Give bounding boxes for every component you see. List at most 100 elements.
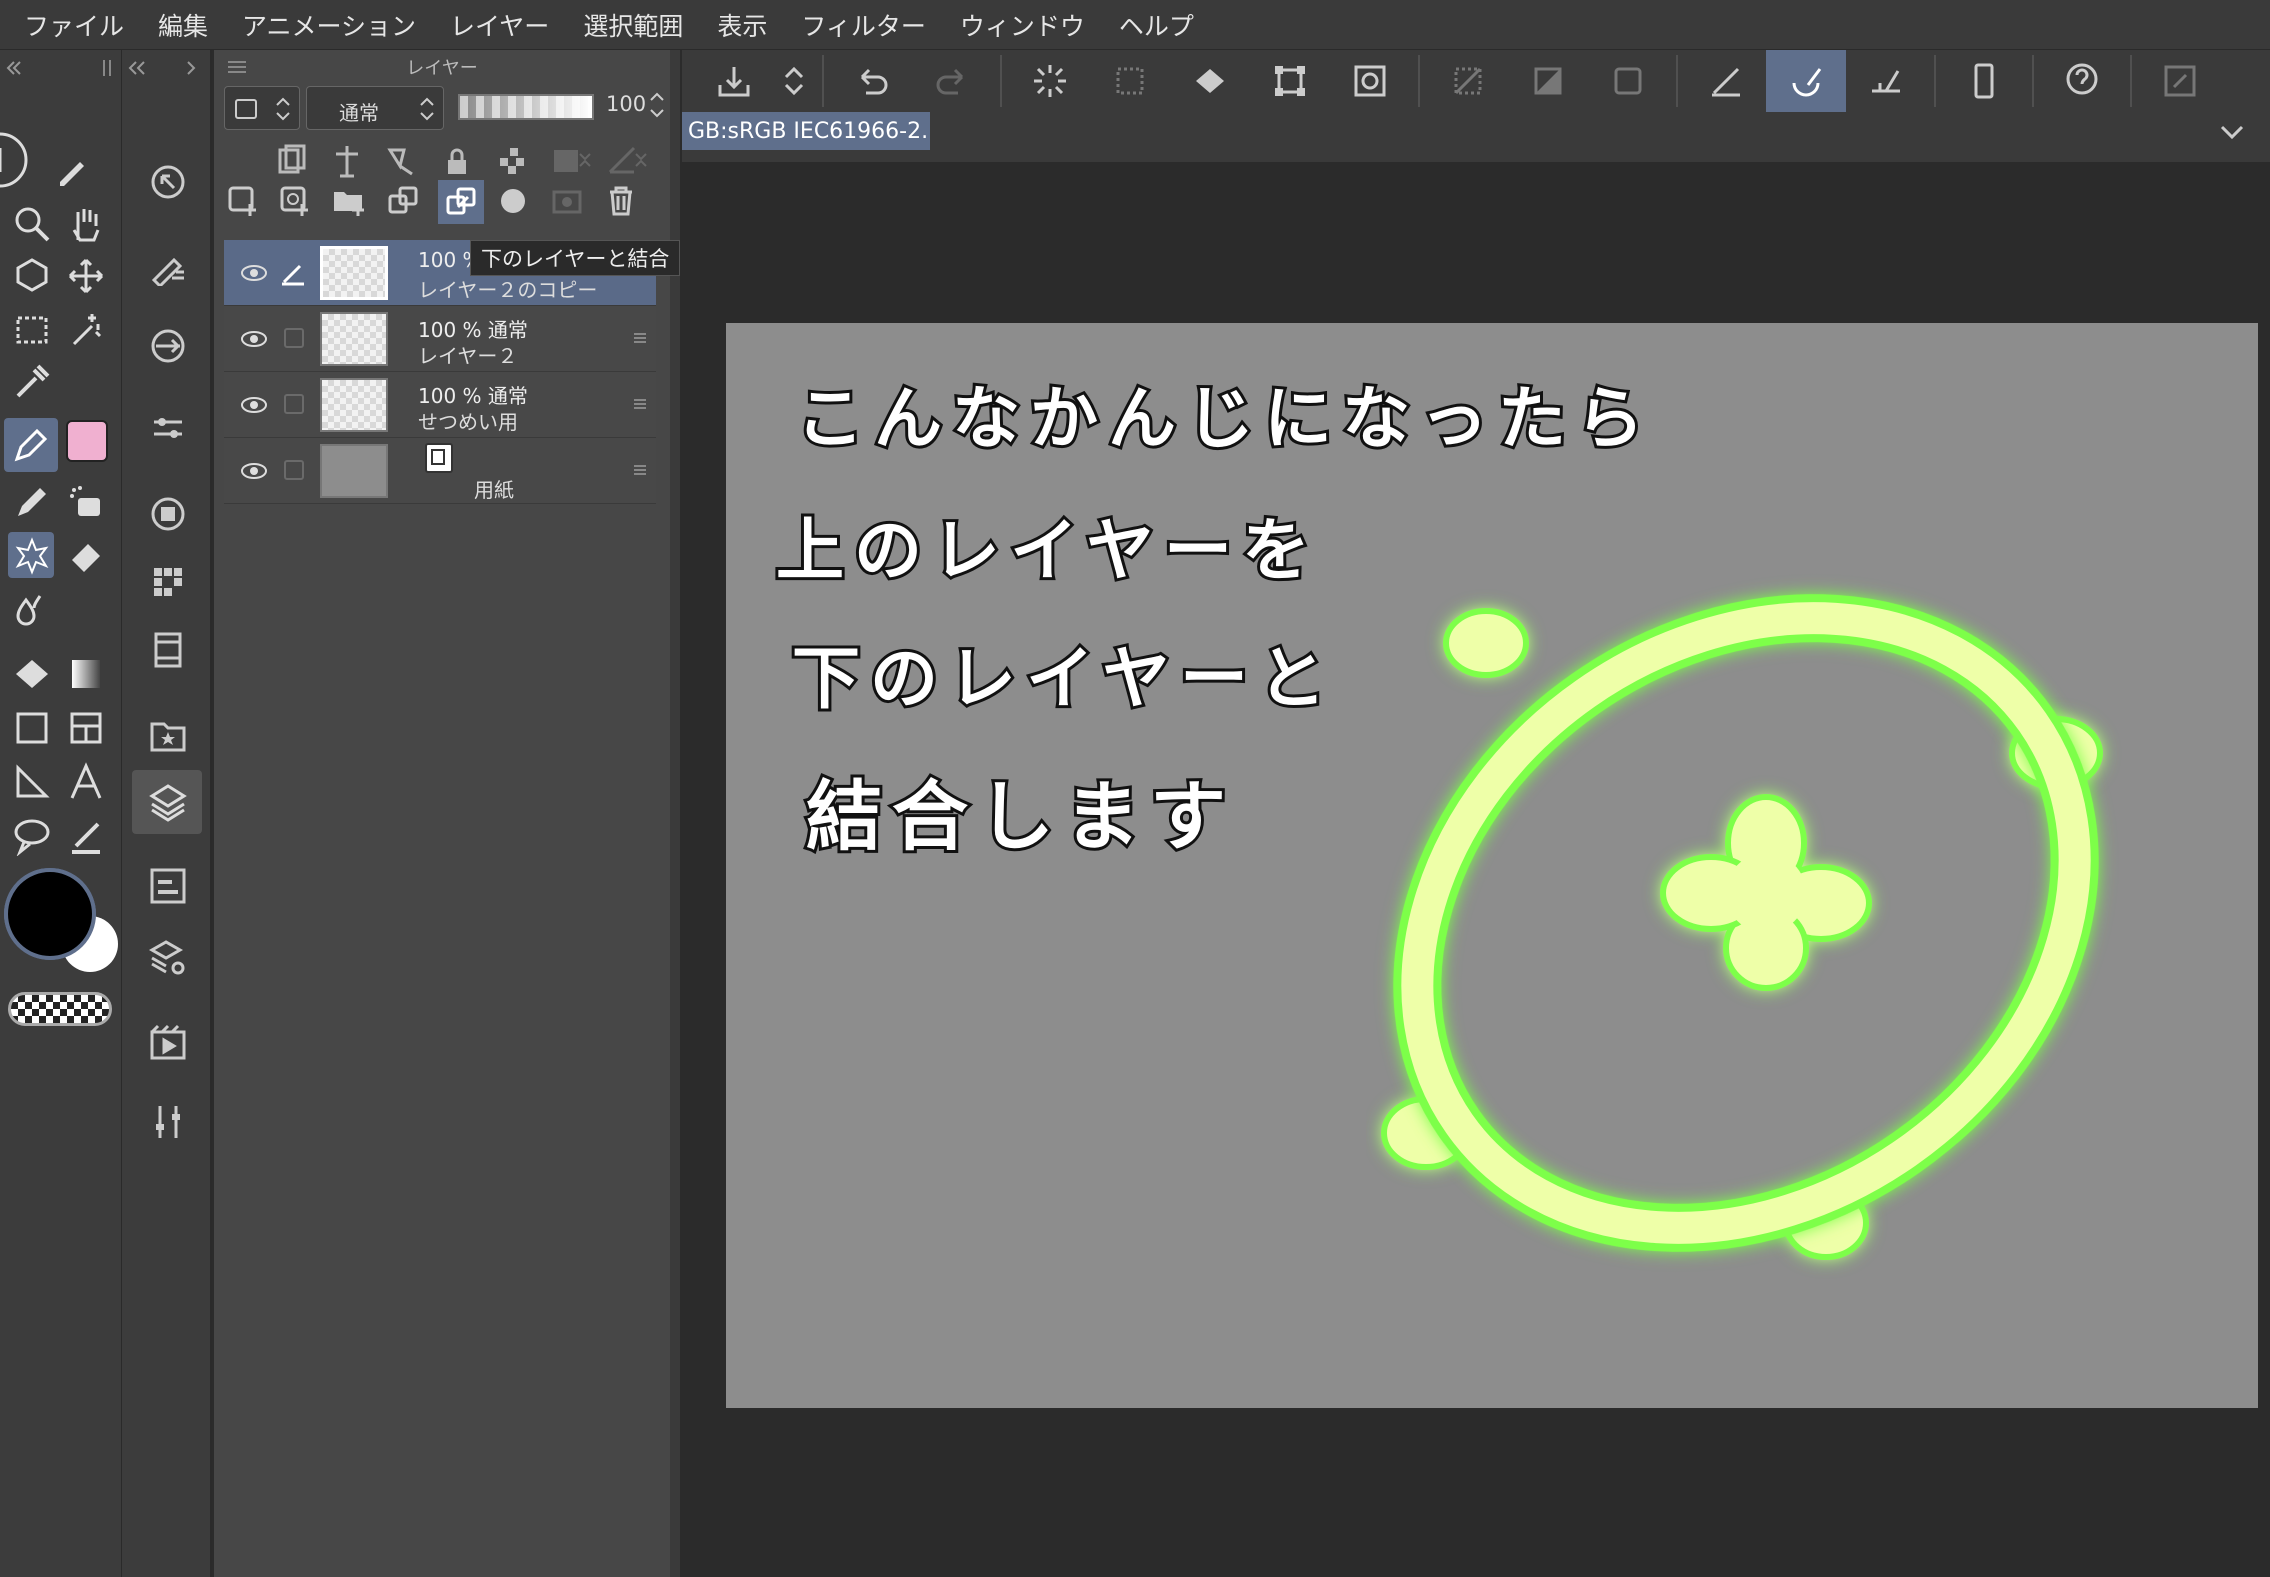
sliders-icon[interactable]	[148, 408, 188, 448]
clear-outside-button[interactable]	[1428, 50, 1508, 112]
collapse-left-icon[interactable]	[4, 58, 24, 78]
menu-edit[interactable]: 編集	[158, 7, 208, 43]
layer-row[interactable]: 100 % 通常 せつめい用	[224, 372, 656, 438]
decoration-icon[interactable]	[12, 536, 52, 576]
drag-handle-icon[interactable]	[632, 396, 648, 412]
fullscreen-button[interactable]	[2140, 50, 2220, 112]
duplicate-layer-icon[interactable]	[386, 184, 420, 218]
new-folder-icon[interactable]	[332, 184, 366, 218]
fill-button[interactable]	[1170, 50, 1250, 112]
redo-button[interactable]	[912, 50, 992, 112]
undo-button[interactable]	[832, 50, 912, 112]
tool-property-icon[interactable]	[148, 326, 188, 366]
reference-layer-icon[interactable]	[330, 144, 364, 178]
avatar-custom-tool[interactable]	[66, 420, 108, 462]
help-button[interactable]	[2042, 50, 2122, 112]
pen-icon[interactable]	[11, 425, 51, 465]
drag-handle-icon[interactable]	[632, 330, 648, 346]
new-vector-layer-icon[interactable]	[278, 184, 312, 218]
figure-icon[interactable]	[12, 708, 52, 748]
lock-transparent-icon[interactable]	[496, 144, 530, 178]
color-circle-icon[interactable]	[148, 494, 188, 534]
gradient-icon[interactable]	[66, 654, 106, 694]
eye-icon[interactable]	[240, 394, 268, 416]
film-icon[interactable]	[148, 630, 188, 670]
menu-file[interactable]: ファイル	[24, 7, 124, 43]
pen-mini-icon[interactable]	[52, 150, 92, 190]
menu-animation[interactable]: アニメーション	[242, 7, 416, 43]
toolbar-scroll-button[interactable]	[774, 50, 814, 112]
blend-icon[interactable]	[12, 590, 52, 630]
menu-selection[interactable]: 選択範囲	[583, 7, 683, 43]
chevron-down-icon[interactable]	[2218, 117, 2246, 145]
layer-property-icon[interactable]	[148, 866, 188, 906]
blend-mode-select[interactable]: 通常	[306, 86, 444, 130]
pencil-icon[interactable]	[12, 482, 52, 522]
menu-window[interactable]: ウィンドウ	[960, 7, 1085, 43]
rotate-view-icon[interactable]	[0, 130, 30, 190]
crop-button[interactable]	[1588, 50, 1668, 112]
document-tab[interactable]: GB:sRGB IEC61966-2.1)	[682, 112, 930, 150]
fill-selection-button[interactable]	[1508, 50, 1588, 112]
layers-icon[interactable]	[148, 782, 188, 822]
drag-handle-icon[interactable]	[632, 462, 648, 478]
updown-icon[interactable]	[648, 90, 666, 120]
menu-filter[interactable]: フィルター	[801, 7, 926, 43]
material-star-icon[interactable]	[148, 714, 188, 754]
clip-icon[interactable]	[274, 144, 308, 178]
operation-icon[interactable]	[12, 762, 52, 802]
timeline-icon[interactable]	[148, 1022, 188, 1062]
rect-select-icon[interactable]	[12, 310, 52, 350]
transparent-color-swatch[interactable]	[8, 992, 112, 1026]
merge-down-button[interactable]	[438, 180, 484, 224]
fill-tool-icon[interactable]	[12, 654, 52, 694]
brush-size-icon[interactable]	[148, 246, 188, 286]
opacity-slider[interactable]	[458, 94, 594, 120]
canvas-paper[interactable]: こんなかんじになったら 上のレイヤーを 下のレイヤーと 結合します	[726, 323, 2258, 1408]
draft-layer-icon[interactable]	[384, 144, 418, 178]
menu-view[interactable]: 表示	[717, 7, 767, 43]
loading-button[interactable]	[1010, 50, 1090, 112]
layer-color-select[interactable]	[224, 86, 300, 130]
deselect-button[interactable]	[1090, 50, 1170, 112]
airbrush-icon[interactable]	[66, 482, 106, 522]
stabilizer-button[interactable]	[1766, 50, 1846, 112]
layer-checkbox[interactable]	[284, 460, 304, 480]
collapse-double-left-icon[interactable]	[126, 58, 148, 78]
layer-checkbox[interactable]	[284, 328, 304, 348]
frame-icon[interactable]	[66, 708, 106, 748]
new-raster-layer-icon[interactable]	[226, 184, 260, 218]
layer-row[interactable]: 用紙	[224, 438, 656, 504]
layer-row[interactable]: 100 % 通常 レイヤー２	[224, 306, 656, 372]
ruler-toggle-icon[interactable]	[606, 144, 650, 178]
text-icon[interactable]	[66, 762, 106, 802]
export-button[interactable]	[694, 50, 774, 112]
lock-icon[interactable]	[440, 144, 474, 178]
ruler-button[interactable]	[1686, 50, 1766, 112]
eraser-icon[interactable]	[66, 536, 106, 576]
chevron-right-icon[interactable]	[184, 58, 200, 78]
move-icon[interactable]	[66, 256, 106, 296]
eyedropper-icon[interactable]	[12, 362, 52, 402]
menu-layer[interactable]: レイヤー	[450, 7, 549, 43]
device-button[interactable]	[1944, 50, 2024, 112]
zoom-icon[interactable]	[12, 204, 52, 244]
object-select-icon[interactable]	[12, 256, 52, 296]
navigator-icon[interactable]	[148, 162, 188, 202]
apply-mask-icon[interactable]	[550, 184, 584, 218]
color-set-icon[interactable]	[148, 562, 188, 602]
transform-button[interactable]	[1250, 50, 1330, 112]
snap-button[interactable]	[1846, 50, 1926, 112]
correct-line-icon[interactable]	[66, 816, 106, 856]
trash-icon[interactable]	[604, 184, 638, 218]
adjust-icon[interactable]	[148, 1102, 188, 1142]
convert-button[interactable]	[1330, 50, 1410, 112]
mask-toggle-icon[interactable]	[550, 144, 594, 178]
balloon-icon[interactable]	[12, 816, 52, 856]
layer-mask-icon[interactable]	[496, 184, 530, 218]
eye-icon[interactable]	[240, 328, 268, 350]
layer-search-icon[interactable]	[148, 938, 188, 978]
eye-icon[interactable]	[240, 262, 268, 284]
layer-checkbox[interactable]	[284, 394, 304, 414]
eye-icon[interactable]	[240, 460, 268, 482]
